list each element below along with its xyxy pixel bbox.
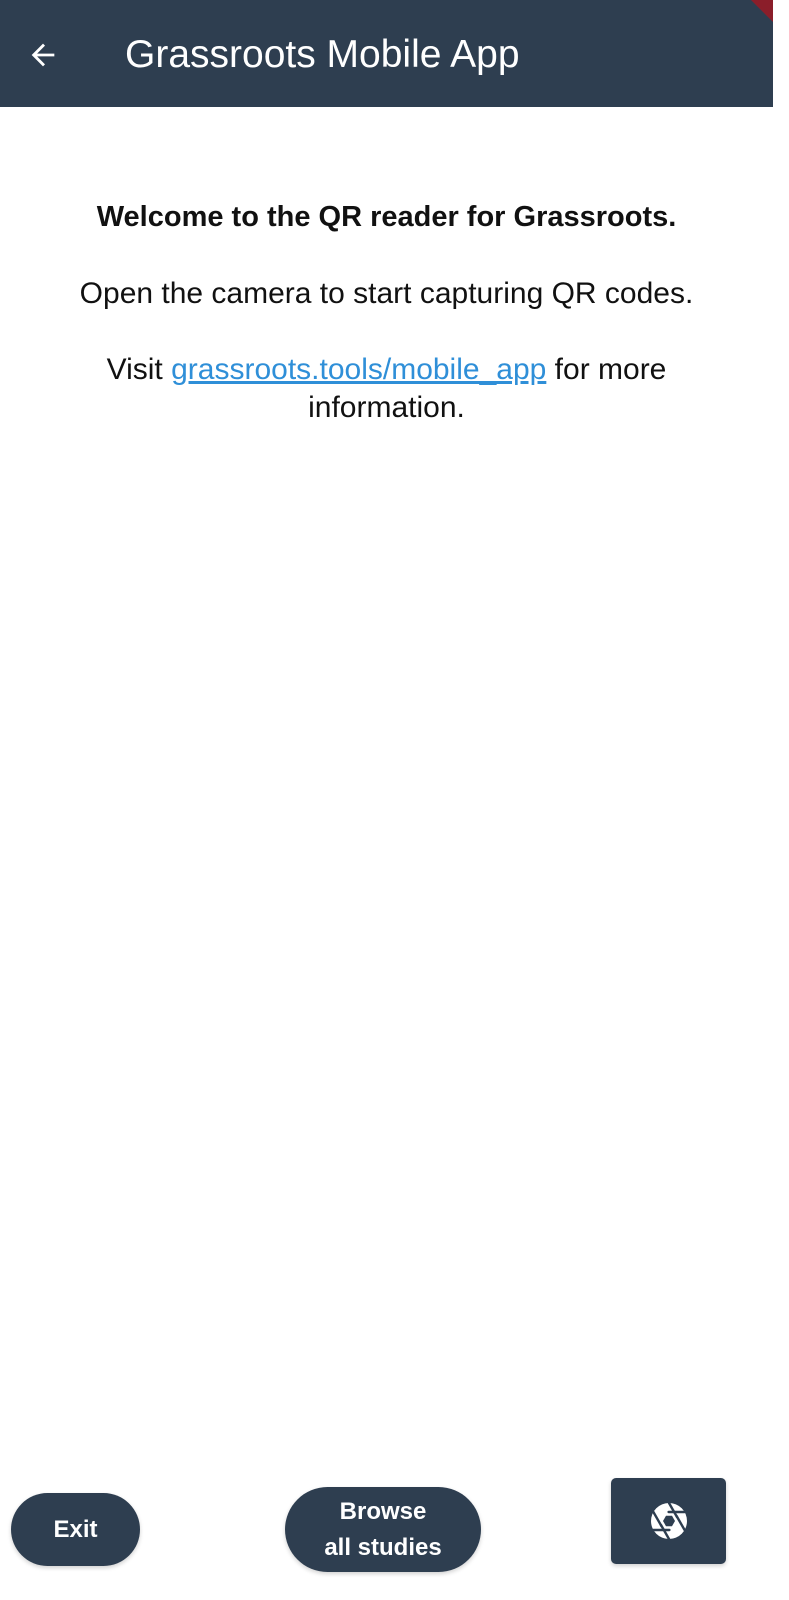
app-screen: Grassroots Mobile App Welcome to the QR … (0, 0, 789, 1600)
visit-prefix: Visit (106, 353, 163, 386)
browse-button-line2: all studies (324, 1533, 442, 1561)
app-title: Grassroots Mobile App (125, 33, 520, 76)
instructions-text: Open the camera to start capturing QR co… (79, 277, 694, 310)
exit-button[interactable]: Exit (11, 1493, 140, 1566)
camera-shutter-icon (650, 1501, 687, 1541)
app-bar: Grassroots Mobile App (0, 0, 773, 107)
open-camera-button[interactable] (611, 1478, 726, 1564)
back-button[interactable] (18, 30, 68, 80)
visit-text: Visit grassroots.tools/mobile_app for mo… (60, 351, 713, 427)
arrow-back-icon (31, 43, 55, 67)
exit-button-label: Exit (53, 1515, 98, 1543)
browse-button-line1: Browse (339, 1497, 427, 1525)
website-link[interactable]: grassroots.tools/mobile_app (171, 353, 546, 386)
browse-all-studies-button[interactable]: Browse all studies (285, 1487, 481, 1572)
debug-banner (751, 0, 773, 22)
welcome-heading: Welcome to the QR reader for Grassroots. (96, 201, 677, 233)
